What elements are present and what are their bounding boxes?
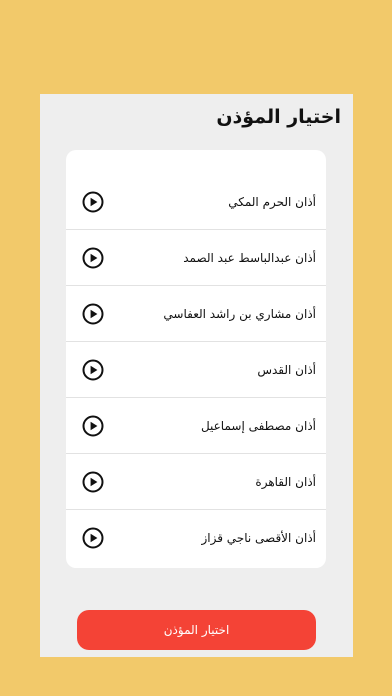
muezzin-label: أذان مصطفى إسماعيل <box>200 418 316 433</box>
list-item[interactable]: أذان الحرم المكي <box>66 174 326 230</box>
play-circle-icon[interactable] <box>82 415 104 437</box>
list-item[interactable]: أذان الأقصى ناجي قزاز <box>66 510 326 566</box>
muezzin-label: أذان الأقصى ناجي قزاز <box>201 531 317 545</box>
list-item[interactable]: أذان مصطفى إسماعيل <box>66 398 326 454</box>
page-title: اختيار المؤذن <box>216 106 341 128</box>
list-item[interactable]: أذان مشاري بن راشد العفاسي <box>66 286 326 342</box>
play-circle-icon[interactable] <box>82 527 104 549</box>
muezzin-label: أذان الحرم المكي <box>228 194 316 209</box>
play-circle-icon[interactable] <box>82 359 104 381</box>
list-item[interactable]: أذان القاهرة <box>66 454 326 510</box>
muezzin-label: أذان القدس <box>257 362 316 377</box>
muezzin-label: أذان مشاري بن راشد العفاسي <box>163 306 316 321</box>
muezzin-label: أذان القاهرة <box>255 474 316 489</box>
muezzin-label: أذان عبدالباسط عبد الصمد <box>183 250 316 265</box>
list-item[interactable]: أذان عبدالباسط عبد الصمد <box>66 230 326 286</box>
play-circle-icon[interactable] <box>82 471 104 493</box>
choose-muezzin-button[interactable]: اختيار المؤذن <box>77 610 316 650</box>
play-circle-icon[interactable] <box>82 247 104 269</box>
play-circle-icon[interactable] <box>82 191 104 213</box>
muezzin-sheet: اختيار المؤذن أذان الحرم المكي أذان عبدا… <box>40 94 353 657</box>
list-item[interactable]: أذان القدس <box>66 342 326 398</box>
muezzin-list: أذان الحرم المكي أذان عبدالباسط عبد الصم… <box>66 150 326 568</box>
play-circle-icon[interactable] <box>82 303 104 325</box>
